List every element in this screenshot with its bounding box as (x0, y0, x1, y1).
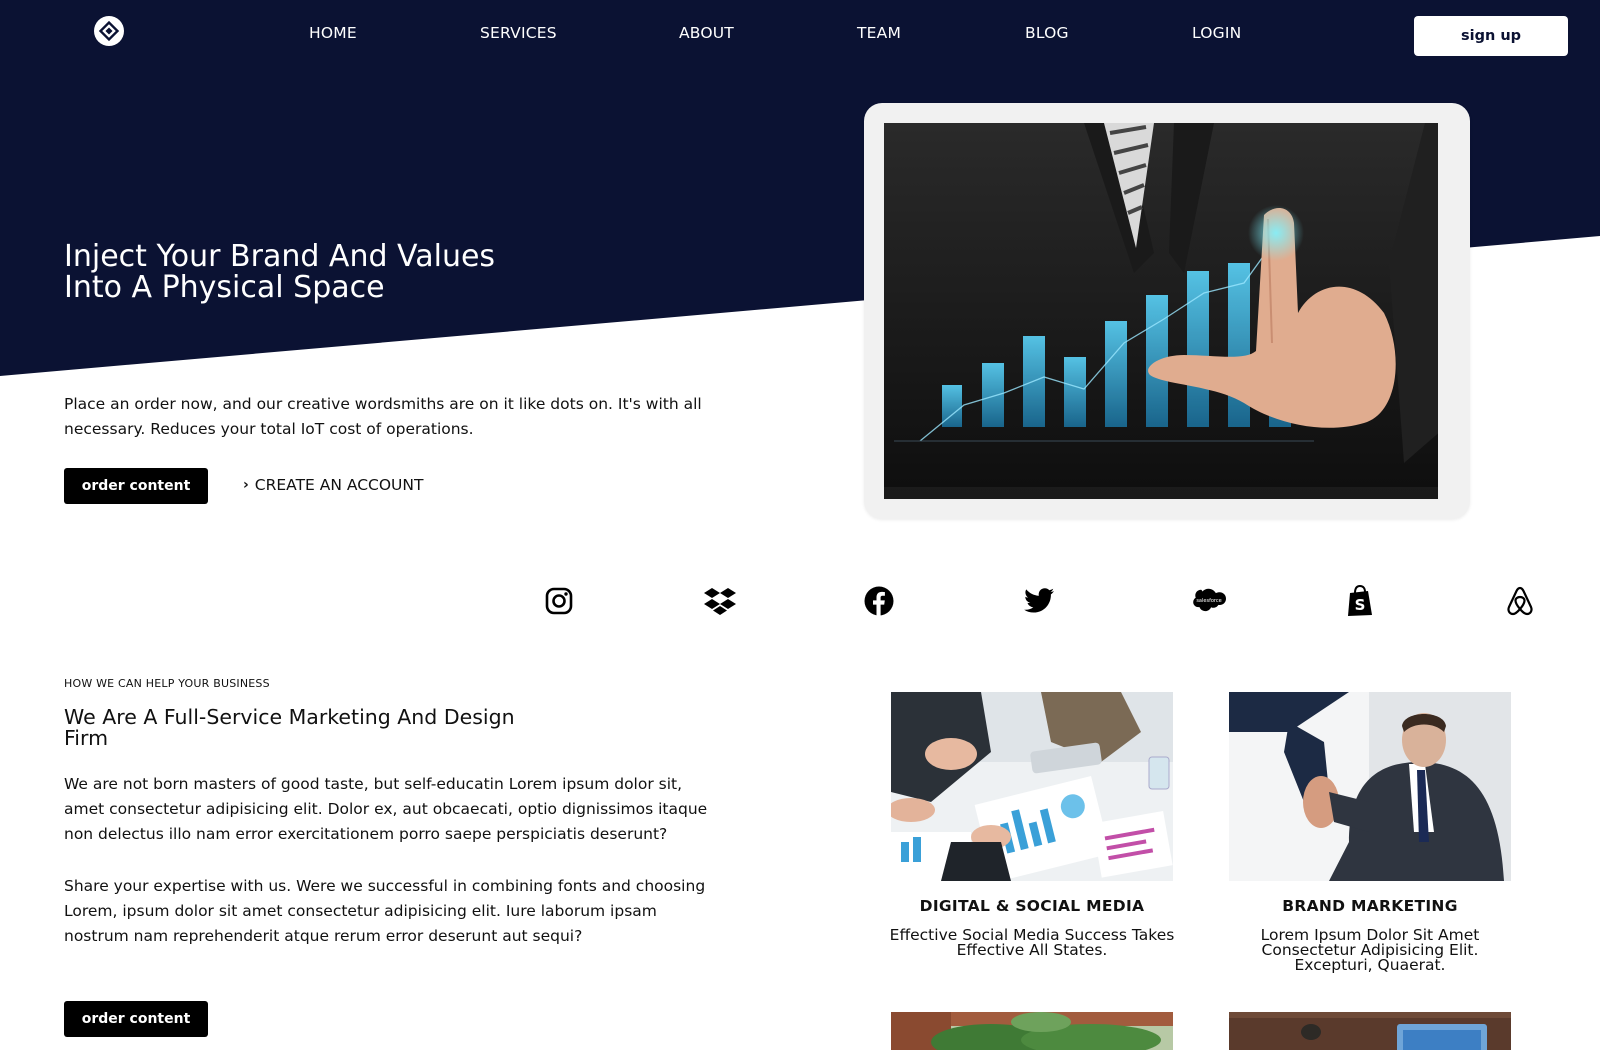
section-title-line1: We Are A Full-Service Marketing And Desi… (64, 705, 515, 729)
top-navigation: HOME SERVICES ABOUT TEAM BLOG LOGIN sign… (0, 0, 1600, 72)
hero-image (884, 123, 1450, 499)
dropbox-icon[interactable] (703, 584, 737, 618)
section-kicker: HOW WE CAN HELP YOUR BUSINESS (64, 677, 270, 690)
tablet-frame (864, 103, 1470, 519)
shopify-icon[interactable]: S (1343, 584, 1377, 618)
nav-services-link[interactable]: SERVICES (480, 24, 557, 42)
section-title: We Are A Full-Service Marketing And Desi… (64, 707, 534, 749)
section-title-line2: Firm (64, 726, 109, 750)
svg-text:S: S (1355, 596, 1366, 614)
nav-team-link[interactable]: TEAM (857, 24, 901, 42)
create-account-label: CREATE AN ACCOUNT (254, 476, 424, 494)
card-title-digital-social-media: DIGITAL & SOCIAL MEDIA (919, 897, 1145, 915)
twitter-icon[interactable] (1022, 584, 1056, 618)
create-account-link[interactable]: › CREATE AN ACCOUNT (243, 476, 423, 494)
nav-home-link[interactable]: HOME (309, 24, 357, 42)
sign-up-button[interactable]: sign up (1414, 16, 1568, 56)
hero-title-line2: Into A Physical Space (64, 270, 385, 305)
order-content-button[interactable]: order content (64, 468, 208, 504)
salesforce-icon[interactable]: salesforce (1185, 584, 1227, 618)
hero-title-line1: Inject Your Brand And Values (64, 239, 496, 274)
logo-icon[interactable] (94, 16, 124, 46)
card-text-line2: Effective All States. (956, 941, 1108, 959)
card-title-brand-marketing: BRAND MARKETING (1282, 897, 1458, 915)
nav-login-link[interactable]: LOGIN (1192, 24, 1241, 42)
svg-text:salesforce: salesforce (1196, 598, 1221, 604)
nav-blog-link[interactable]: BLOG (1025, 24, 1069, 42)
section-paragraph-1: We are not born masters of good taste, b… (64, 775, 708, 843)
hero-title: Inject Your Brand And Values Into A Phys… (64, 241, 584, 303)
card-text-brand-marketing: Lorem Ipsum Dolor Sit Amet Consectetur A… (1220, 927, 1520, 974)
card-image-laptop-desk (1229, 1012, 1511, 1050)
order-content-button-2[interactable]: order content (64, 1001, 208, 1037)
section-paragraph-2: Share your expertise with us. Were we su… (64, 877, 706, 945)
card-image-meeting (891, 692, 1173, 881)
hero-description: Place an order now, and our creative wor… (64, 395, 702, 438)
airbnb-icon[interactable] (1503, 584, 1537, 618)
chevron-right-icon: › (243, 477, 249, 493)
card-image-garden (891, 1012, 1173, 1050)
card-image-handshake (1229, 692, 1511, 881)
card-text-line3: Excepturi, Quaerat. (1294, 956, 1446, 974)
nav-about-link[interactable]: ABOUT (679, 24, 734, 42)
card-text-digital-social-media: Effective Social Media Success Takes Eff… (882, 927, 1182, 959)
facebook-icon[interactable] (862, 584, 896, 618)
instagram-icon[interactable] (542, 584, 576, 618)
